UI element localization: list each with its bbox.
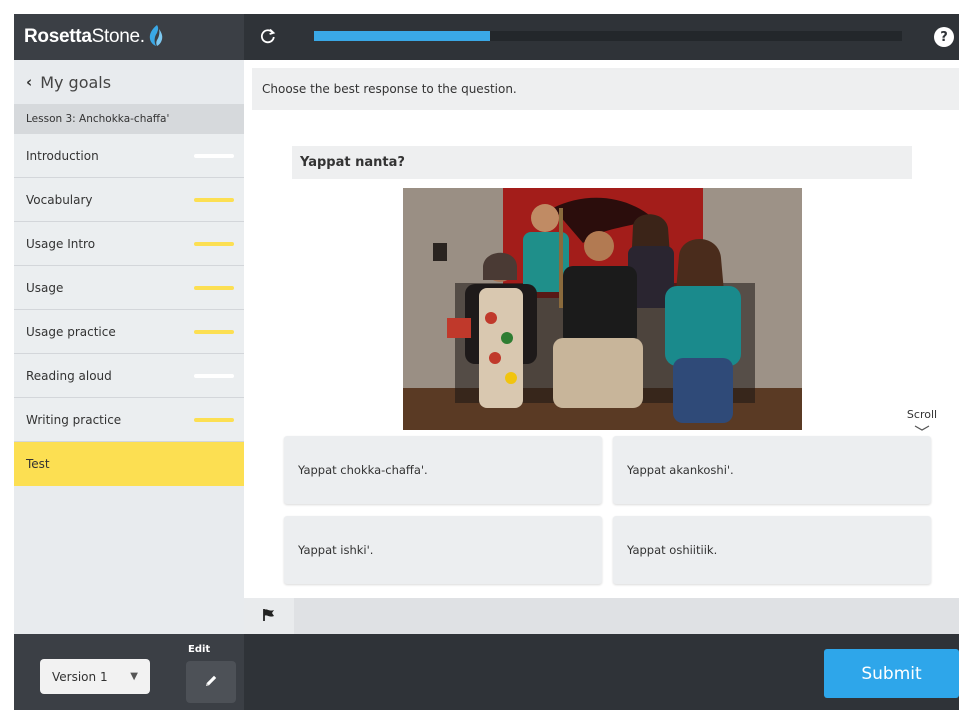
sidebar-item-usage[interactable]: Usage — [14, 266, 244, 310]
help-icon: ? — [940, 29, 948, 45]
sidebar-footer: Version 1 ▼ Edit — [14, 634, 244, 710]
flag-button[interactable] — [244, 598, 294, 634]
brand-logo-text: RosettaStone. — [24, 26, 145, 47]
sidebar-item-progress-indicator — [194, 373, 234, 378]
flag-icon — [262, 608, 276, 625]
chevron-left-icon: ‹ — [26, 73, 33, 91]
sidebar-item-usage-practice[interactable]: Usage practice — [14, 310, 244, 354]
submit-button[interactable]: Submit — [824, 649, 959, 698]
instruction-text: Choose the best response to the question… — [252, 68, 959, 110]
sidebar-item-test[interactable]: Test — [14, 442, 244, 486]
version-select-value: Version 1 — [52, 669, 108, 684]
top-bar: ? — [244, 14, 959, 60]
answer-option-1[interactable]: Yappat chokka-chaffa'. — [284, 436, 602, 504]
edit-button[interactable] — [186, 661, 236, 703]
app-window: RosettaStone. ‹ My goals Lesson 3: Ancho… — [14, 14, 959, 710]
sidebar-item-progress-indicator — [194, 285, 234, 290]
chevron-down-icon — [914, 425, 930, 431]
sidebar-item-label: Usage Intro — [26, 236, 96, 251]
flag-bar — [244, 598, 959, 634]
sidebar-item-label: Vocabulary — [26, 192, 93, 207]
sidebar-item-label: Reading aloud — [26, 368, 112, 383]
edit-label: Edit — [188, 644, 211, 655]
help-button[interactable]: ? — [934, 27, 954, 47]
answer-option-3[interactable]: Yappat ishki'. — [284, 516, 602, 584]
sidebar-item-usage-intro[interactable]: Usage Intro — [14, 222, 244, 266]
back-label: My goals — [40, 72, 112, 92]
rosetta-logo-icon — [148, 24, 164, 50]
lesson-progress-bar — [314, 31, 902, 41]
answer-option-2[interactable]: Yappat akankoshi'. — [613, 436, 931, 504]
sidebar-item-writing-practice[interactable]: Writing practice — [14, 398, 244, 442]
sidebar-item-progress-indicator — [194, 329, 234, 334]
main-panel: ? Choose the best response to the questi… — [244, 14, 959, 710]
question-photo — [403, 188, 802, 430]
refresh-button[interactable] — [256, 24, 280, 50]
sidebar-item-progress-indicator — [194, 417, 234, 422]
sidebar-item-progress-indicator — [194, 197, 234, 202]
bottom-bar: Submit — [244, 634, 959, 710]
version-select[interactable]: Version 1 ▼ — [40, 659, 150, 694]
lesson-title: Lesson 3: Anchokka-chaffa' — [14, 104, 244, 134]
sidebar-item-progress-indicator — [194, 153, 234, 158]
refresh-icon — [260, 28, 276, 47]
sidebar-item-reading-aloud[interactable]: Reading aloud — [14, 354, 244, 398]
back-to-my-goals[interactable]: ‹ My goals — [14, 60, 244, 104]
sidebar-item-label: Usage — [26, 280, 64, 295]
sidebar-item-label: Writing practice — [26, 412, 122, 427]
scroll-hint[interactable]: Scroll — [902, 408, 942, 434]
question-text: Yappat nanta? — [292, 146, 912, 179]
sidebar-item-introduction[interactable]: Introduction — [14, 134, 244, 178]
sidebar-item-label: Test — [26, 456, 50, 471]
sidebar-item-label: Introduction — [26, 148, 99, 163]
lesson-nav: Introduction Vocabulary Usage Intro Usage Us… — [14, 134, 244, 486]
sidebar-item-vocabulary[interactable]: Vocabulary — [14, 178, 244, 222]
pencil-icon — [203, 673, 219, 692]
lesson-progress-fill — [314, 31, 491, 41]
sidebar-item-label: Usage practice — [26, 324, 116, 339]
brand-bar: RosettaStone. — [14, 14, 244, 60]
caret-down-icon: ▼ — [130, 671, 138, 682]
scroll-label: Scroll — [906, 408, 938, 421]
sidebar-item-progress-indicator — [194, 241, 234, 246]
answer-option-4[interactable]: Yappat oshiitiik. — [613, 516, 931, 584]
sidebar: RosettaStone. ‹ My goals Lesson 3: Ancho… — [14, 14, 244, 710]
